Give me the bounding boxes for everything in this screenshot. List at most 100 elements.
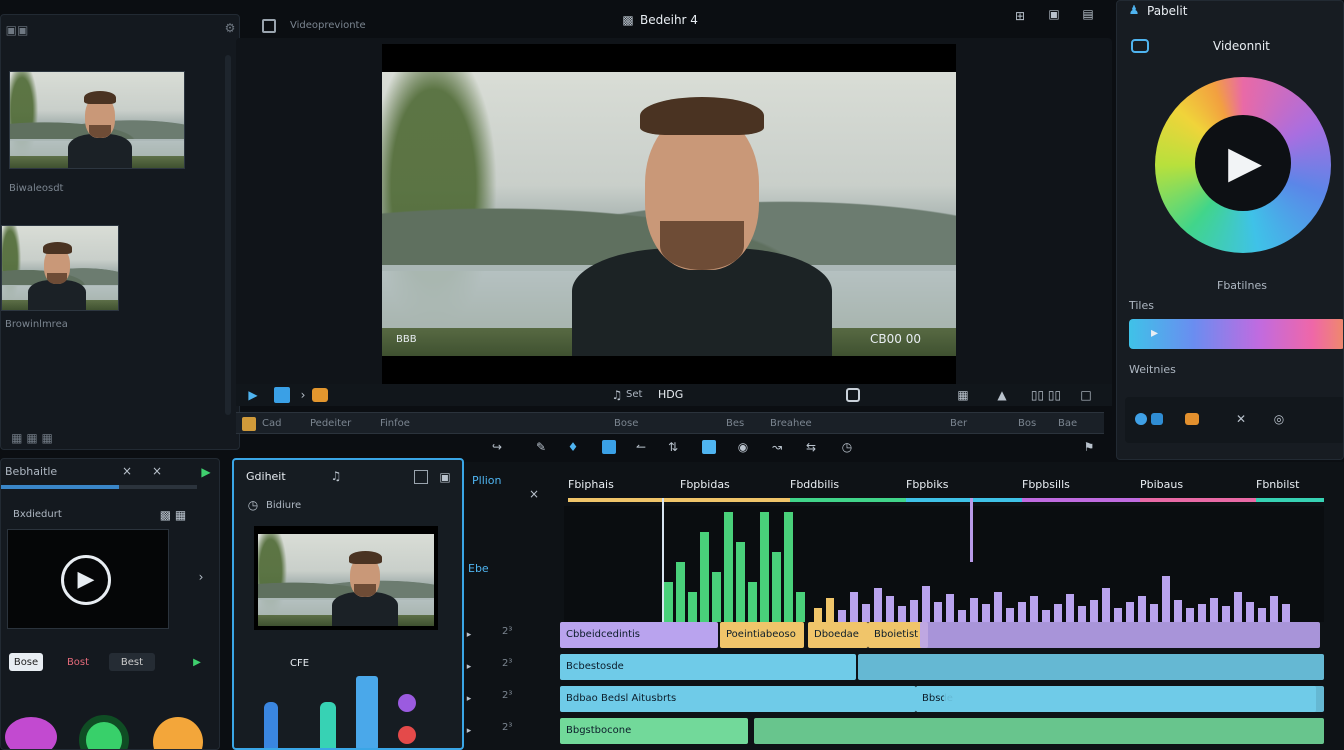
timeline-header[interactable]: Fbpbidas: [680, 478, 730, 491]
close-icon[interactable]: ×: [121, 465, 133, 477]
blue-icon[interactable]: [1151, 413, 1163, 425]
timeline-clip[interactable]: Cbbeidcedintis: [560, 622, 718, 648]
timeline-clip-fill[interactable]: [858, 654, 1324, 680]
trim-icon[interactable]: ↼: [634, 440, 648, 454]
audio-levels-icon[interactable]: ▯▯ ▯▯: [1016, 388, 1076, 402]
window-icon[interactable]: ▩ ▦: [155, 509, 191, 521]
source-button-1[interactable]: Bose: [9, 653, 43, 671]
timer-icon[interactable]: ◷: [840, 440, 854, 454]
scrollbar[interactable]: [225, 55, 231, 415]
play-icon[interactable]: ▶: [1225, 137, 1265, 189]
track-toggle-icon[interactable]: ▸: [464, 630, 474, 640]
track-toggle-icon[interactable]: ▸: [464, 662, 474, 672]
ruler-item-3: Finfoe: [380, 418, 410, 429]
green-play-button[interactable]: ▶: [187, 653, 207, 671]
fader-2[interactable]: [320, 702, 336, 748]
timeline-header[interactable]: Fbpbiks: [906, 478, 948, 491]
target-icon[interactable]: ◎: [1271, 411, 1287, 427]
comment-icon[interactable]: ◉: [736, 440, 750, 454]
video-preview[interactable]: [382, 72, 956, 356]
fader-1[interactable]: [264, 702, 278, 748]
play-icon[interactable]: ▶: [199, 465, 213, 479]
media-thumbnail-1[interactable]: [9, 71, 185, 169]
orange-icon[interactable]: [1185, 413, 1199, 425]
chevron-icon[interactable]: ›: [298, 388, 308, 402]
audio-icon[interactable]: ♫: [330, 470, 342, 482]
orange-badge[interactable]: [153, 717, 203, 749]
link-icon[interactable]: ⇅: [666, 440, 680, 454]
timeline-clip[interactable]: Dboedae: [808, 622, 868, 648]
export-icon[interactable]: ⊞: [1012, 8, 1028, 24]
timeline-clip-fill[interactable]: [754, 718, 1324, 744]
timeline-clip[interactable]: Bcbestosde: [560, 654, 856, 680]
timeline-clip-fill[interactable]: [944, 686, 1324, 712]
mark-in-button[interactable]: [274, 387, 290, 403]
layout-icon[interactable]: ▤: [1080, 6, 1096, 22]
play-icon[interactable]: ▶: [246, 388, 260, 402]
purple-knob[interactable]: [398, 694, 416, 712]
timeline-clip[interactable]: Bbgstbocone: [560, 718, 748, 744]
ripple-icon[interactable]: ↪: [490, 440, 504, 454]
waveform-bar: [910, 600, 918, 622]
timeline-clip[interactable]: Poeintiabeoso: [720, 622, 804, 648]
timeline-header[interactable]: Fbnbilst: [1256, 478, 1299, 491]
media-thumbnail-2[interactable]: [1, 225, 119, 311]
play-circle-icon[interactable]: ▶: [61, 555, 111, 605]
timeline-header[interactable]: Fbiphais: [568, 478, 614, 491]
speaker-icon[interactable]: ♫: [610, 388, 624, 402]
snapshot-button[interactable]: [312, 388, 328, 402]
dot-icon[interactable]: [1135, 413, 1147, 425]
waveform-bar: [712, 572, 721, 622]
source-button-2[interactable]: Bost: [53, 653, 103, 671]
ruler-item-1: Cad: [262, 418, 282, 429]
expand-icon[interactable]: ×: [528, 488, 540, 500]
source-item-label: Bxdiedurt: [13, 509, 62, 520]
overwrite-icon[interactable]: [702, 440, 716, 454]
ruler-start-icon[interactable]: [242, 417, 256, 431]
timeline-header[interactable]: Fbddbilis: [790, 478, 839, 491]
camera-icon[interactable]: ▣: [1046, 6, 1062, 22]
waveform-bar: [1234, 592, 1242, 622]
slip-icon[interactable]: ⇆: [804, 440, 818, 454]
track-toggle-icon[interactable]: ▸: [464, 726, 474, 736]
settings-icon[interactable]: ⚙: [223, 21, 237, 35]
waveform-bar: [1222, 606, 1230, 622]
timeline-clip[interactable]: Bdbao Bedsl Aitusbrts: [560, 686, 916, 712]
playhead[interactable]: [662, 498, 664, 622]
lock-icon[interactable]: ▣: [438, 470, 452, 484]
red-knob[interactable]: [398, 726, 416, 744]
timeline-clip-fill[interactable]: [920, 622, 1320, 648]
clock-icon[interactable]: ◷: [246, 498, 260, 512]
marker-icon[interactable]: ×: [151, 465, 163, 477]
timeline-header[interactable]: Pbibaus: [1140, 478, 1183, 491]
marker-icon[interactable]: ▲: [994, 388, 1010, 402]
fader-3[interactable]: [356, 676, 378, 748]
pen-icon[interactable]: ✎: [534, 440, 548, 454]
fullscreen-icon[interactable]: □: [1078, 388, 1094, 402]
timeline-clip[interactable]: Bboietist: [868, 622, 928, 648]
marker-line[interactable]: [970, 498, 973, 562]
window-icon[interactable]: [414, 470, 428, 484]
waveform-bar: [1258, 608, 1266, 622]
arrow-icon[interactable]: ›: [195, 571, 207, 583]
track-toggle-icon[interactable]: ▸: [464, 694, 474, 704]
toggle-icon[interactable]: [1131, 39, 1149, 53]
blade-icon[interactable]: [602, 440, 616, 454]
source-button-3[interactable]: Best: [109, 653, 155, 671]
grid-view-icon[interactable]: ▦ ▦ ▦: [5, 431, 59, 445]
cut-icon[interactable]: ✕: [1233, 411, 1249, 427]
hue-gradient-slider[interactable]: [1129, 319, 1343, 349]
chat-icon[interactable]: ♦: [566, 440, 580, 454]
bin-icon[interactable]: ▣▣: [5, 23, 29, 37]
record-icon[interactable]: [846, 388, 860, 402]
grid-icon[interactable]: ▦: [952, 388, 974, 402]
flag-icon[interactable]: ⚑: [1082, 440, 1096, 454]
window-icon[interactable]: [262, 19, 276, 33]
slide-icon[interactable]: ↝: [770, 440, 784, 454]
gradient-marker[interactable]: ▸: [1151, 325, 1158, 341]
timeline-header[interactable]: Fbpbsills: [1022, 478, 1070, 491]
target-badge[interactable]: [79, 715, 129, 749]
clip-thumbnail[interactable]: [258, 534, 434, 626]
audio-wave-badge[interactable]: [5, 717, 57, 749]
progress-bar[interactable]: [1, 485, 197, 489]
